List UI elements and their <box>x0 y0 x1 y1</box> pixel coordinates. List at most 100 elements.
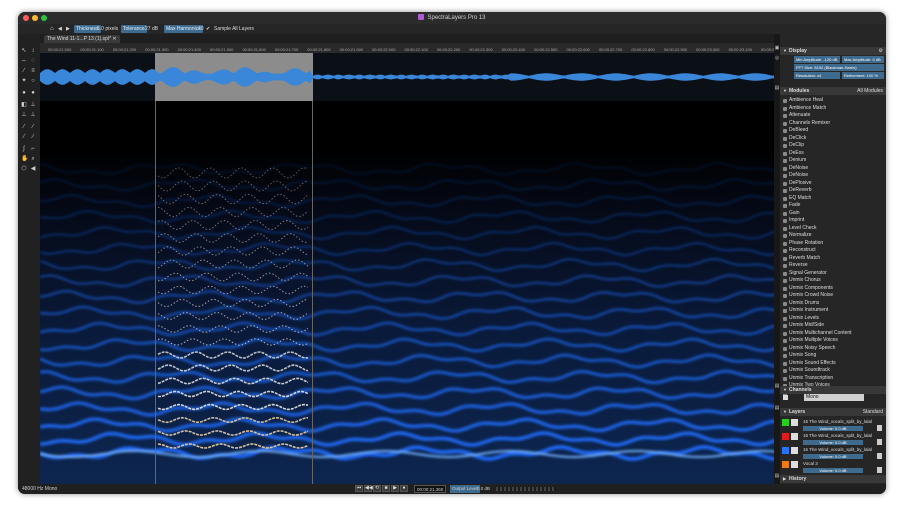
layer-row[interactable]: 16 The Wind_vocals_split_by_lalal Volume:… <box>780 446 886 460</box>
min-amplitude-field[interactable]: Min Amplitude: -120 dB <box>794 56 840 63</box>
module-item[interactable]: DeClip <box>780 142 886 150</box>
layer-visibility-icon[interactable] <box>791 461 798 468</box>
module-item[interactable]: Reverb Match <box>780 255 886 263</box>
refinement-field[interactable]: Refinement: 100 % <box>842 72 884 79</box>
module-item[interactable]: Gain <box>780 210 886 218</box>
record-button[interactable]: ● <box>400 485 408 492</box>
layer-color-swatch[interactable] <box>782 433 789 440</box>
ellipse-icon[interactable]: ○ <box>30 78 36 84</box>
layer-volume[interactable]: Volume: 0.0 dB <box>803 468 863 473</box>
heal-icon[interactable]: ⊥ <box>30 112 36 118</box>
loop-button[interactable]: ⟲ <box>373 485 381 492</box>
module-item[interactable]: Unmix Soundtrack <box>780 367 886 375</box>
thickness-value[interactable]: 5.0 pixels <box>97 25 118 33</box>
module-item[interactable]: Unmix Transcription <box>780 375 886 383</box>
harmonics-select-icon[interactable]: ≡ <box>30 68 36 74</box>
layer-name[interactable]: Vocal 3 <box>803 460 873 467</box>
resolution-field[interactable]: Resolution: x4 <box>794 72 840 79</box>
module-item[interactable]: Unmix Song <box>780 352 886 360</box>
module-item[interactable]: Ambience Match <box>780 105 886 113</box>
module-item[interactable]: Normalize <box>780 232 886 240</box>
delete-layer-icon[interactable] <box>877 453 882 459</box>
tab-document[interactable]: The Wind 11-1...P 13 (1).spl* ✕ <box>44 35 120 43</box>
module-item[interactable]: DeNoise <box>780 165 886 173</box>
lasso-icon[interactable]: ◌ <box>30 58 36 64</box>
module-item[interactable]: Unmix Levels <box>780 315 886 323</box>
module-item[interactable]: Imprint <box>780 217 886 225</box>
fft-size-field[interactable]: FFT Size: 8192 (Blackman-Harris) <box>794 64 884 71</box>
frequency-select-icon[interactable]: ⇔ <box>21 58 27 64</box>
module-item[interactable]: DeNoise <box>780 172 886 180</box>
module-item[interactable]: Level Check <box>780 225 886 233</box>
go-start-button[interactable]: ⏮ <box>355 485 363 492</box>
modules-header[interactable]: ▼ Modules All Modules <box>780 87 886 95</box>
layer-volume[interactable]: Volume: 0.0 dB <box>803 440 863 445</box>
amplitude-icon[interactable]: ● <box>21 90 27 96</box>
paint-icon[interactable]: ∕ <box>30 124 36 130</box>
home-icon[interactable]: ⌂ <box>50 25 54 33</box>
channel-checkbox[interactable] <box>783 395 788 400</box>
timecode-display[interactable]: 00:00:21.360 <box>414 485 447 493</box>
clone-icon[interactable]: ⊥ <box>21 112 27 118</box>
module-item[interactable]: Reconstruct <box>780 247 886 255</box>
module-item[interactable]: DePlosive <box>780 180 886 188</box>
tolerance-value[interactable]: 27 dB <box>145 25 158 33</box>
time-ruler[interactable]: 00:00:21.000 00:00:21.100 00:00:21.200 00:0… <box>40 43 793 53</box>
close-tab-icon[interactable]: ✕ <box>112 36 116 42</box>
module-item[interactable]: Unmix Multichannel Content <box>780 330 886 338</box>
layer-color-swatch[interactable] <box>782 419 789 426</box>
layer-visibility-icon[interactable] <box>791 419 798 426</box>
eraser-icon[interactable]: ◧ <box>21 102 27 108</box>
sample-all-layers-checkbox[interactable]: ✔ <box>206 25 210 33</box>
module-item[interactable]: Unmix Sound Effects <box>780 360 886 368</box>
rewind-button[interactable]: ◀◀ <box>364 485 373 492</box>
select-icon[interactable]: ↖ <box>21 48 27 54</box>
module-item[interactable]: Unmix Mid/Side <box>780 322 886 330</box>
cube-icon[interactable]: ⬡ <box>21 166 27 172</box>
record-icon[interactable]: ● <box>30 90 36 96</box>
module-item[interactable]: Reverse <box>780 262 886 270</box>
module-item[interactable]: Attenuate <box>780 112 886 120</box>
layer-row[interactable]: 16 The Wind_vocals_split_by_lalal Volume:… <box>780 432 886 446</box>
layer-name[interactable]: 16 The Wind_vocals_split_by_lalal <box>803 418 873 425</box>
module-item[interactable]: Unmix Components <box>780 285 886 293</box>
history-header[interactable]: ▶ History <box>780 475 886 483</box>
delete-layer-icon[interactable] <box>877 439 882 445</box>
layer-name[interactable]: 16 The Wind_vocals_split_by_lalal <box>803 432 873 439</box>
module-item[interactable]: Unmix Instrument <box>780 307 886 315</box>
modules-filter-select[interactable]: All Modules <box>857 87 883 95</box>
layer-row[interactable]: Vocal 3 Volume: 0.0 dB <box>780 460 886 474</box>
delete-layer-icon[interactable] <box>877 425 882 431</box>
undo-icon[interactable]: ◀ <box>58 25 62 33</box>
stop-button[interactable]: ■ <box>382 485 390 492</box>
module-item[interactable]: DeReverb <box>780 187 886 195</box>
layer-visibility-icon[interactable] <box>791 447 798 454</box>
smudge-icon[interactable]: ∕ <box>21 134 27 140</box>
max-harmonics-value[interactable]: 40 <box>198 25 204 33</box>
spectrogram-view[interactable] <box>40 101 793 484</box>
module-item[interactable]: DeEss <box>780 150 886 158</box>
display-header[interactable]: ▼ Display ⚙ <box>780 47 886 55</box>
module-item[interactable]: Unmix Crowd Noise <box>780 292 886 300</box>
module-item[interactable]: Unmix Noisy Speech <box>780 345 886 353</box>
brush-select-icon[interactable]: ∕ <box>21 68 27 74</box>
time-selection[interactable] <box>155 101 313 484</box>
speaker-icon[interactable]: ◀ <box>30 166 36 172</box>
play-button[interactable]: ▶ <box>391 485 399 492</box>
dropper-icon[interactable]: ∕ <box>30 134 36 140</box>
layer-row[interactable]: 16 The Wind_vocals_split_by_lalal Volume:… <box>780 418 886 432</box>
module-item[interactable]: DeBleed <box>780 127 886 135</box>
magic-wand-icon[interactable]: ✦ <box>21 78 27 84</box>
module-item[interactable]: Fade <box>780 202 886 210</box>
picker-icon[interactable]: ⌐ <box>30 146 36 152</box>
pencil-icon[interactable]: ∕ <box>21 124 27 130</box>
module-item[interactable]: Denium <box>780 157 886 165</box>
delete-layer-icon[interactable] <box>877 467 882 473</box>
stamp-icon[interactable]: ⊥ <box>30 102 36 108</box>
module-item[interactable]: Ambience Heal <box>780 97 886 105</box>
channels-header[interactable]: ▼ Channels <box>780 386 886 394</box>
zoom-icon[interactable]: ⌕ <box>30 156 36 162</box>
layer-volume[interactable]: Volume: 0.0 dB <box>803 454 863 459</box>
module-item[interactable]: Unmix Chorus <box>780 277 886 285</box>
module-item[interactable]: Unmix Drums <box>780 300 886 308</box>
